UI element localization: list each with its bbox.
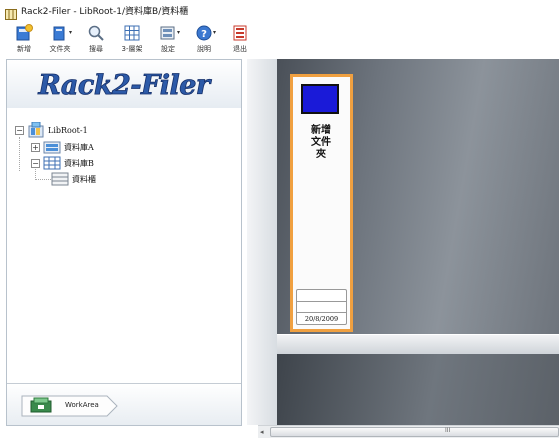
exit-icon — [231, 24, 249, 42]
settings-button[interactable]: ▾ 設定 — [150, 20, 186, 58]
tree-label-library-b: 資料庫B — [64, 158, 94, 168]
scrollbar-thumb[interactable]: III — [270, 427, 559, 437]
tree-item-cabinet[interactable]: 資料櫃 — [51, 171, 96, 187]
tree-item-library-a[interactable]: + 資料庫A — [31, 139, 94, 155]
folder-label: 文件夾 — [49, 45, 71, 53]
settings-label: 設定 — [161, 45, 175, 53]
tree-label-library-a: 資料庫A — [64, 142, 94, 152]
exit-label: 退出 — [233, 45, 247, 53]
tree-connector — [35, 179, 51, 180]
grid-icon — [123, 24, 141, 42]
collapse-toggle[interactable]: − — [31, 158, 40, 168]
layout-label: 3-層架 — [121, 45, 143, 53]
binder-selected[interactable]: 新增文件夾 20/8/2009 — [290, 74, 353, 332]
navigation-pane: Rack2-Filer − LibRoot-1 + 資料庫A − 資料庫B 資料… — [6, 59, 242, 426]
binder-divider — [297, 301, 346, 302]
settings-icon — [159, 24, 177, 42]
tree-item-library-b[interactable]: − 資料庫B — [31, 155, 94, 171]
title-bar: Rack2-Filer - LibRoot-1/資料庫B/資料櫃 — [0, 0, 559, 20]
svg-text:?: ? — [201, 29, 207, 40]
library-a-icon — [43, 141, 61, 154]
new-label: 新增 — [17, 45, 31, 53]
binder-date: 20/8/2009 — [304, 315, 339, 323]
chevron-down-icon[interactable]: ▾ — [177, 29, 180, 36]
cabinet-view: 新增文件夾 20/8/2009 — [247, 59, 559, 425]
toolbar: 新增 ▾ 文件夾 搜尋 3-層架 ▾ 設定 ? ▾ 說明 退出 — [0, 20, 559, 58]
new-icon — [15, 24, 33, 42]
layout-button[interactable]: 3-層架 — [114, 20, 150, 58]
shelf-side-wall — [247, 59, 277, 425]
app-icon — [5, 5, 17, 20]
search-label: 搜尋 — [89, 45, 103, 53]
chevron-down-icon[interactable]: ▾ — [69, 29, 72, 36]
tree-item-libroot[interactable]: − LibRoot-1 — [15, 122, 88, 138]
binder-info-box: 20/8/2009 — [296, 289, 347, 325]
search-icon — [87, 24, 105, 42]
window-title: Rack2-Filer - LibRoot-1/資料庫B/資料櫃 — [21, 6, 189, 17]
cabinet-icon — [51, 172, 69, 186]
logo-banner: Rack2-Filer — [7, 60, 241, 108]
shelf-board — [277, 334, 559, 354]
expand-toggle[interactable]: + — [31, 142, 40, 152]
binder-title: 新增文件夾 — [311, 125, 331, 160]
svg-text:Rack2-Filer: Rack2-Filer — [37, 70, 212, 101]
scroll-left-arrow-icon[interactable]: ◂ — [260, 428, 264, 436]
new-button[interactable]: 新增 — [6, 20, 42, 58]
help-icon: ? — [195, 24, 213, 42]
scrollbar-grip: III — [445, 427, 451, 434]
search-button[interactable]: 搜尋 — [78, 20, 114, 58]
tree-connector — [19, 137, 20, 171]
rack2-filer-logo: Rack2-Filer — [37, 70, 213, 102]
lower-shelf — [277, 354, 559, 425]
workarea-icon — [30, 397, 52, 413]
binder-divider — [297, 312, 346, 313]
folder-button[interactable]: ▾ 文件夾 — [42, 20, 78, 58]
horizontal-scrollbar[interactable]: ◂ III — [258, 425, 559, 438]
help-button[interactable]: ? ▾ 說明 — [186, 20, 222, 58]
collapse-toggle[interactable]: − — [15, 125, 24, 135]
help-label: 說明 — [197, 45, 211, 53]
binder-spine-label — [301, 84, 339, 114]
workarea-panel: WorkArea — [7, 383, 241, 425]
exit-button[interactable]: 退出 — [222, 20, 258, 58]
tree-label-cabinet: 資料櫃 — [72, 174, 96, 184]
library-b-icon — [43, 156, 61, 170]
tree-label-libroot: LibRoot-1 — [48, 125, 88, 135]
workarea-label: WorkArea — [65, 401, 99, 409]
folder-icon — [51, 24, 69, 42]
workarea-button[interactable]: WorkArea — [21, 395, 119, 417]
library-icon — [28, 122, 44, 138]
chevron-down-icon[interactable]: ▾ — [213, 29, 216, 36]
